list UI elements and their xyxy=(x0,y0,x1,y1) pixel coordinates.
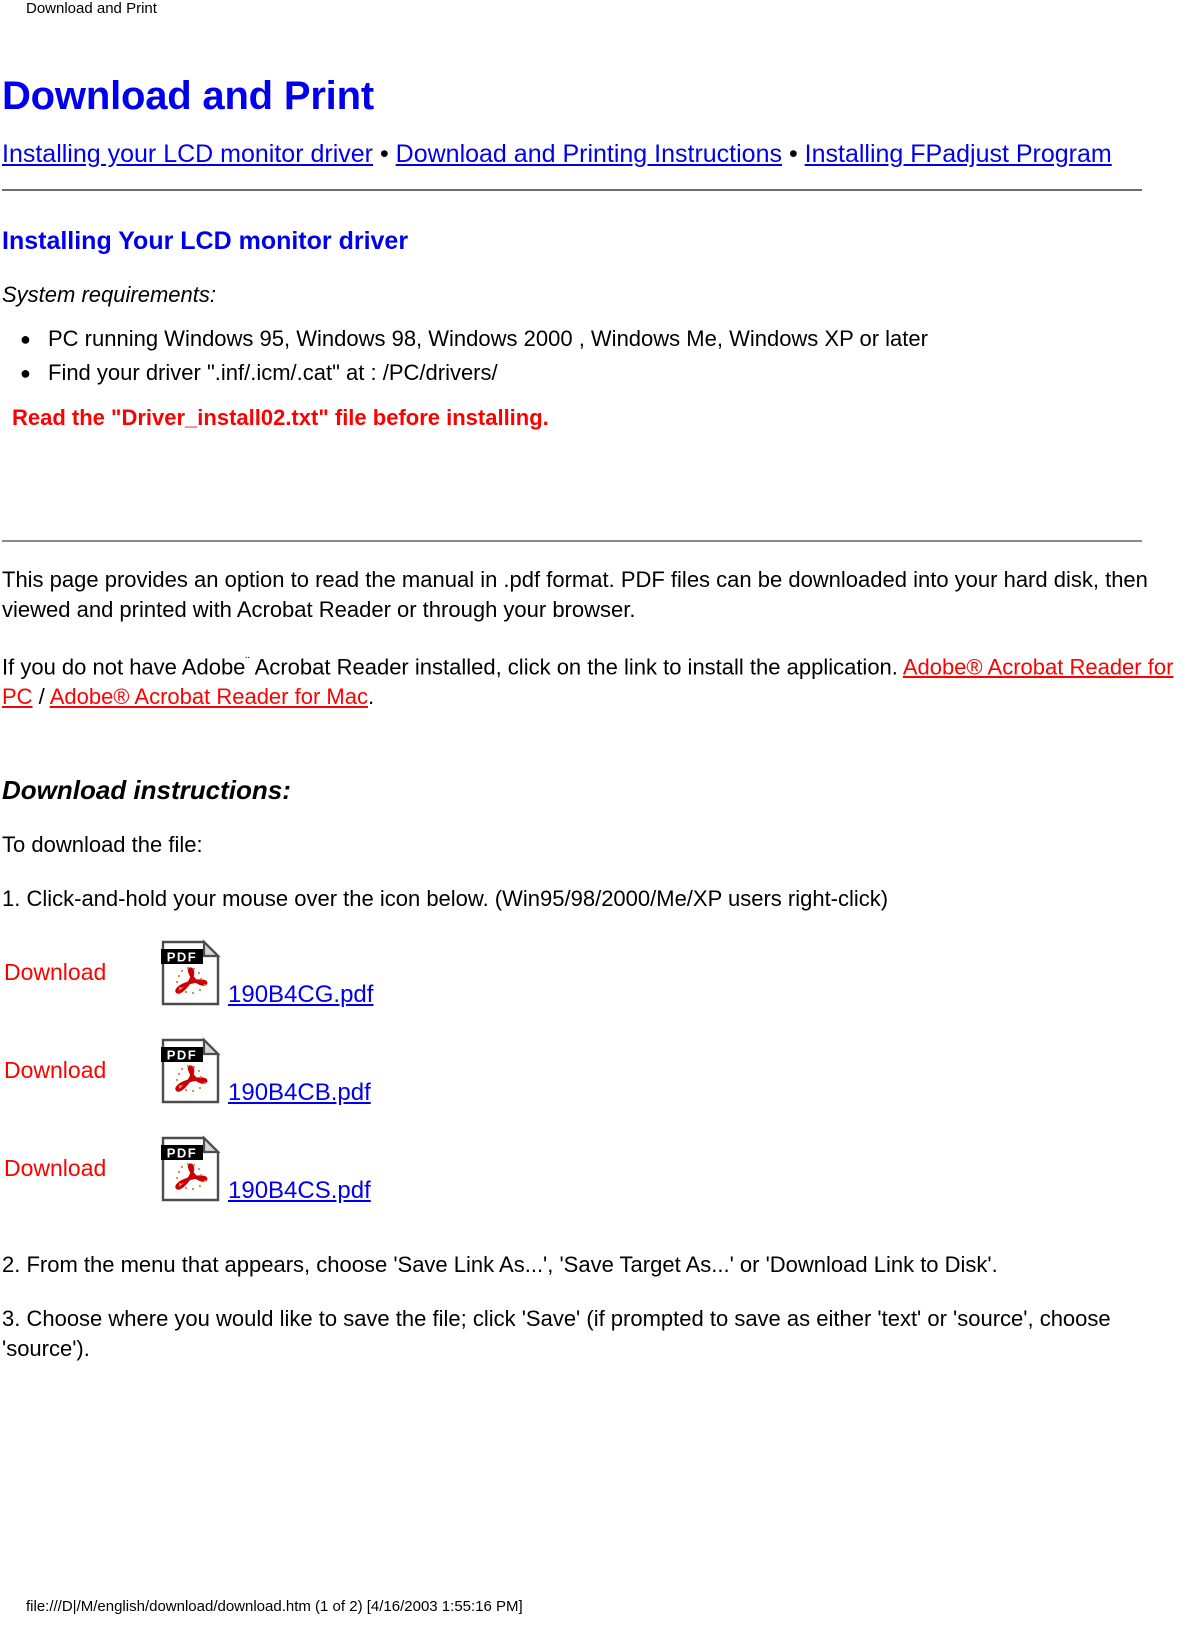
pdf-file-icon[interactable]: PDF xyxy=(160,1036,224,1106)
driver-install-warning: Read the "Driver_install02.txt" file bef… xyxy=(12,405,549,430)
nav-space-1 xyxy=(389,140,396,168)
acrobat-reader-paragraph: If you do not have Adobe¨ Acrobat Reader… xyxy=(2,647,1193,712)
download-intro: To download the file: xyxy=(2,832,203,858)
download-step-2: 2. From the menu that appears, choose 'S… xyxy=(2,1252,998,1278)
pdf-intro-paragraph: This page provides an option to read the… xyxy=(2,567,1148,622)
download-label: Download xyxy=(4,1155,107,1182)
download-step-1: 1. Click-and-hold your mouse over the ic… xyxy=(2,886,889,912)
download-file-link[interactable]: 190B4CS.pdf xyxy=(228,1176,371,1206)
download-row: Download PDF 190B4CB.pdf xyxy=(2,1030,1193,1128)
vertical-spacer xyxy=(2,432,1193,540)
page-footer-text: file:///D|/M/english/download/download.h… xyxy=(26,1598,523,1615)
link-adobe-reader-mac[interactable]: Adobe® Acrobat Reader for Mac xyxy=(50,684,368,709)
acrobat-paragraph-mid: Acrobat Reader installed, click on the l… xyxy=(249,654,903,680)
browser-print-header: Download and Print xyxy=(26,0,157,18)
bullet-icon: ● xyxy=(20,329,31,349)
list-item-label: PC running Windows 95, Windows 98, Windo… xyxy=(48,326,928,351)
divider-middle xyxy=(2,540,1142,543)
nav-bullet-2: • xyxy=(788,140,798,168)
download-row: Download PDF 190B4CG.pdf xyxy=(2,932,1193,1030)
download-step-3: 3. Choose where you would like to save t… xyxy=(2,1306,1111,1362)
divider-top xyxy=(2,189,1142,192)
page-title: Download and Print xyxy=(2,74,374,118)
svg-text:PDF: PDF xyxy=(167,1146,198,1161)
nav-link-installing-driver[interactable]: Installing your LCD monitor driver xyxy=(2,140,373,168)
browser-print-header-title: Download and Print xyxy=(26,0,157,17)
list-item: ● PC running Windows 95, Windows 98, Win… xyxy=(20,322,1193,356)
pdf-file-icon[interactable]: PDF xyxy=(160,1134,224,1204)
svg-text:PDF: PDF xyxy=(167,950,198,965)
download-list: Download PDF 190B4CG.pdf Download PDF 19… xyxy=(2,932,1193,1226)
download-row: Download PDF 190B4CS.pdf xyxy=(2,1128,1193,1226)
nav-bullet-1: • xyxy=(379,140,389,168)
nav-space-2 xyxy=(782,140,789,168)
system-requirements-label: System requirements: xyxy=(2,282,216,307)
download-label: Download xyxy=(4,1057,107,1084)
section-heading-installing-driver: Installing Your LCD monitor driver xyxy=(2,227,409,255)
nav-link-fpadjust[interactable]: Installing FPadjust Program xyxy=(805,140,1112,168)
svg-text:PDF: PDF xyxy=(167,1048,198,1063)
download-label: Download xyxy=(4,959,107,986)
download-file-link[interactable]: 190B4CG.pdf xyxy=(228,980,373,1010)
nav-link-download-printing[interactable]: Download and Printing Instructions xyxy=(396,140,782,168)
download-file-link[interactable]: 190B4CB.pdf xyxy=(228,1078,371,1108)
section-nav: Installing your LCD monitor driver • Dow… xyxy=(2,138,1193,171)
page-footer: file:///D|/M/english/download/download.h… xyxy=(26,1598,523,1616)
nav-space-3 xyxy=(798,140,805,168)
acrobat-paragraph-end: . xyxy=(367,684,375,710)
nav-separator-1 xyxy=(373,140,380,168)
document-content: Download and Print Installing your LCD m… xyxy=(0,60,1195,1364)
acrobat-paragraph-pre: If you do not have Adobe xyxy=(2,654,246,680)
system-requirements-list: ● PC running Windows 95, Windows 98, Win… xyxy=(2,322,1193,390)
bullet-icon: ● xyxy=(20,363,31,383)
section-heading-download-instructions: Download instructions: xyxy=(2,775,291,806)
list-item-label: Find your driver ".inf/.icm/.cat" at : /… xyxy=(48,360,498,385)
acrobat-link-separator: / xyxy=(32,684,50,710)
pdf-file-icon[interactable]: PDF xyxy=(160,938,224,1008)
list-item: ● Find your driver ".inf/.icm/.cat" at :… xyxy=(20,356,1193,390)
